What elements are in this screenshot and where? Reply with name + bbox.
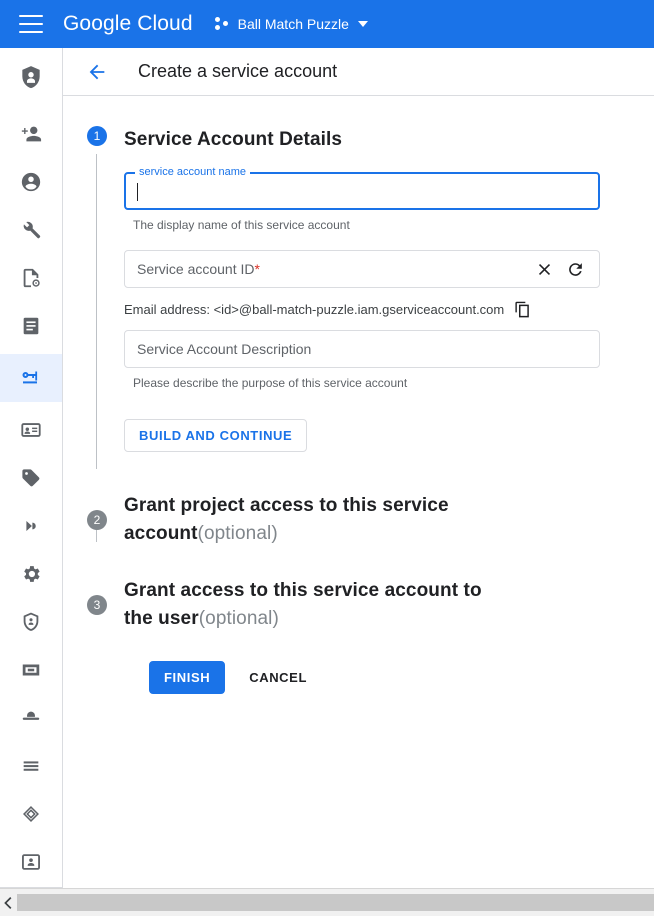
scrollbar-thumb[interactable] [17, 894, 654, 911]
chevron-down-icon [357, 21, 368, 27]
sidebar-item-privacy[interactable] [0, 698, 62, 738]
sidebar-item-settings[interactable] [0, 554, 62, 594]
wrench-icon [23, 221, 41, 239]
hat-privacy-icon [22, 711, 40, 720]
service-account-name-input[interactable] [126, 174, 598, 208]
sidebar-item-asset-inventory[interactable] [0, 794, 62, 834]
step-3-number: 3 [87, 595, 107, 615]
step-3-title-text: Grant access to this service account to … [124, 580, 482, 629]
service-account-description-field[interactable] [124, 330, 600, 368]
step-3-optional: (optional) [198, 608, 279, 629]
back-arrow-icon[interactable] [86, 61, 108, 83]
sidebar-item-iam[interactable] [0, 54, 62, 102]
cancel-button[interactable]: CANCEL [235, 661, 321, 694]
step-2-title: Grant project access to this service acc… [124, 492, 463, 548]
step-2-optional: (optional) [197, 523, 278, 544]
service-account-name-label: service account name [135, 166, 250, 178]
service-account-id-wrap: Service account ID* Email address: <id>@… [124, 250, 654, 318]
service-account-name-wrap: service account name The display name of… [124, 166, 654, 233]
iam-shield-person-icon [22, 66, 40, 89]
service-account-description-input[interactable] [125, 331, 599, 367]
step-2: 2 Grant project access to this service a… [63, 492, 463, 548]
service-account-key-icon [22, 371, 38, 384]
email-address-text: Email address: <id>@ball-match-puzzle.ia… [124, 302, 505, 317]
service-account-description-wrap: Please describe the purpose of this serv… [124, 330, 654, 391]
gear-settings-icon [24, 566, 40, 582]
sidebar-item-workforce[interactable] [0, 650, 62, 690]
chip-icon [22, 664, 40, 676]
sidebar-item-audit-logs[interactable] [0, 306, 62, 346]
service-account-id-actions [535, 260, 599, 279]
filled-chevron-icon [26, 520, 36, 532]
layers-diamond-icon [23, 806, 39, 822]
step-1-title-text: Service Account Details [124, 129, 343, 150]
refresh-icon[interactable] [566, 260, 585, 279]
label-tag-icon [22, 469, 40, 487]
step-3-title: Grant access to this service account to … [124, 577, 483, 633]
page-title: Create a service account [138, 61, 338, 81]
account-circle-icon [21, 172, 41, 192]
project-name: Ball Match Puzzle [237, 16, 349, 32]
step-1-number: 1 [87, 126, 107, 146]
main-content: 1 Service Account Details service accoun… [63, 96, 654, 888]
sidebar-item-tools[interactable] [0, 210, 62, 250]
service-account-stepper: 1 Service Account Details service accoun… [63, 96, 654, 694]
google-cloud-logo[interactable]: Google Cloud [63, 12, 193, 36]
service-account-name-hint: The display name of this service account [133, 218, 350, 232]
form-footer-buttons: FINISH CANCEL [63, 661, 654, 694]
build-and-continue-button[interactable]: BUILD AND CONTINUE [124, 419, 308, 452]
identity-card-icon [21, 423, 41, 437]
sidebar-item-policy[interactable] [0, 258, 62, 298]
service-account-id-placeholder: Service account ID* [137, 261, 260, 277]
service-account-name-field[interactable]: service account name [124, 166, 600, 210]
project-dots-icon [214, 16, 231, 32]
step-1: 1 Service Account Details service accoun… [63, 126, 654, 452]
scroll-left-arrow-icon[interactable] [0, 889, 17, 916]
app-root: Google Cloud Ball Match Puzzle Create a … [0, 0, 654, 916]
menu-lines-icon [23, 761, 39, 771]
service-account-description-hint: Please describe the purpose of this serv… [133, 376, 408, 390]
top-app-bar: Google Cloud Ball Match Puzzle [0, 0, 654, 48]
sidebar-item-service-accounts[interactable] [0, 354, 62, 402]
sidebar-item-workload-identity[interactable] [0, 410, 62, 450]
close-x-icon[interactable] [535, 260, 554, 279]
sidebar-item-logs[interactable] [0, 746, 62, 786]
email-address-row: Email address: <id>@ball-match-puzzle.ia… [124, 301, 654, 318]
step-2-number: 2 [87, 510, 107, 530]
sidebar-item-add-person[interactable] [0, 114, 62, 154]
id-portrait-icon [22, 854, 40, 870]
page-header: Create a service account [63, 48, 654, 96]
sidebar-item-privileged-access[interactable] [0, 602, 62, 642]
project-selector[interactable]: Ball Match Puzzle [214, 16, 368, 32]
sidebar-item-labels[interactable] [0, 458, 62, 498]
sidebar-item-identity[interactable] [0, 162, 62, 202]
person-add-icon [21, 126, 42, 142]
step-1-title: Service Account Details [124, 126, 654, 154]
step-2-title-text: Grant project access to this service acc… [124, 495, 449, 544]
list-document-icon [23, 317, 39, 335]
text-cursor [137, 183, 138, 201]
hamburger-menu-icon[interactable] [19, 15, 43, 33]
step-3: 3 Grant access to this service account t… [63, 577, 483, 633]
service-account-id-field[interactable]: Service account ID* [124, 250, 600, 288]
sidebar-item-tag-inheritance[interactable] [0, 506, 62, 546]
sidebar-item-principal-access[interactable] [0, 842, 62, 882]
build-and-continue-wrap: BUILD AND CONTINUE [124, 419, 654, 452]
shield-icon [23, 612, 39, 631]
horizontal-scrollbar[interactable] [0, 888, 654, 916]
policy-document-icon [23, 268, 40, 288]
copy-icon[interactable] [514, 301, 531, 318]
finish-button[interactable]: FINISH [149, 661, 226, 694]
left-icon-rail[interactable] [0, 48, 63, 888]
required-asterisk: * [254, 261, 260, 277]
